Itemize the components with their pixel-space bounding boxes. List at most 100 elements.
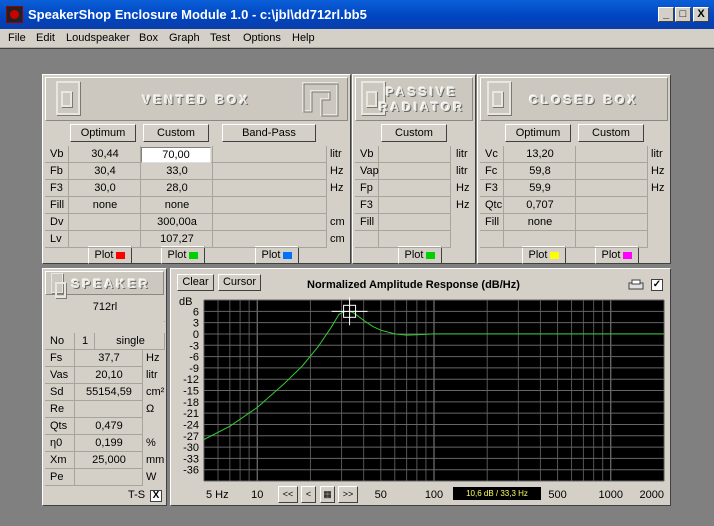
vented-optimum-value[interactable]: 30,4 [69,163,141,180]
closed-optimum-value[interactable]: 13,20 [504,146,576,163]
graph-panel: Clear Cursor Normalized Amplitude Respon… [170,268,671,506]
nav-prev-button[interactable]: < [301,486,316,503]
speaker-row-value[interactable]: 20,10 [75,367,143,384]
speaker-row-value[interactable]: 25,000 [75,452,143,469]
speaker-row-unit [143,418,167,435]
y-tick-label: -15 [183,386,199,398]
minimize-button[interactable]: _ [658,7,674,22]
closed-optimum-value[interactable]: none [504,214,576,231]
maximize-button[interactable]: □ [675,7,691,22]
speaker-panel: SPEAKER 712rl No 1 single T-S X Fs 37,7 Hz… [42,268,167,506]
vented-custom-plot-button[interactable]: Plot [161,246,205,264]
grid-cell [504,231,576,248]
plot-color-swatch [189,251,199,259]
passive-row-label: Vb [360,148,374,160]
speaker-row-value[interactable]: 37,7 [75,350,143,367]
vented-optimum-value[interactable]: 30,0 [69,180,141,197]
ts-label: T-S [128,489,146,501]
menu-test[interactable]: Test [210,32,230,44]
vented-row-label: Lv [50,233,62,245]
speaker-name[interactable]: 712rl [45,299,165,316]
menu-box[interactable]: Box [139,32,158,44]
y-tick-label: -36 [183,465,199,477]
grid-cell [213,146,327,163]
closed-row-label: F3 [485,182,498,194]
vented-optimum-value[interactable] [69,214,141,231]
closed-optimum-value[interactable]: 59,9 [504,180,576,197]
closed-row-label: Qtc [485,199,503,211]
y-tick-label: -12 [183,374,199,386]
menu-edit[interactable]: Edit [36,32,55,44]
menu-graph[interactable]: Graph [169,32,200,44]
speaker-row-value[interactable] [75,469,143,486]
grid-cell [75,333,95,350]
menu-loudspeaker[interactable]: Loudspeaker [66,32,130,44]
grid-cell [95,333,165,350]
vented-custom-value[interactable]: 28,0 [141,180,213,197]
closed-row-unit [648,214,670,231]
speaker-row-unit: mm [146,454,165,466]
closed-optimum-plot-button[interactable]: Plot [522,246,566,264]
speaker-row-value[interactable]: 0,479 [75,418,143,435]
speaker-row-label: Pe [50,471,64,483]
vented-row-label: Dv [50,216,64,228]
bandpass-plot-button[interactable]: Plot [255,246,299,264]
closed-custom-plot-button[interactable]: Plot [595,246,639,264]
speaker-row-value[interactable] [75,401,143,418]
speaker-row-value[interactable]: 0,199 [75,435,143,452]
ts-checkbox[interactable]: X [150,490,162,502]
y-tick-label: -24 [183,419,199,431]
passive-radiator-header: PASSIVE RADIATOR [355,77,473,121]
plot-color-swatch [623,251,633,259]
menu-file[interactable]: File [8,32,26,44]
vented-optimum-button[interactable]: Optimum [70,124,136,142]
speaker-row-value[interactable]: 55154,59 [75,384,143,401]
x-tick-label: 1000 [599,489,623,501]
passive-row-label: F3 [360,199,373,211]
closed-optimum-value[interactable]: 0,707 [504,197,576,214]
band-pass-button[interactable]: Band-Pass [222,124,316,142]
vb-custom-input[interactable]: 70,00 [141,147,211,163]
passive-title-line2: RADIATOR [378,100,466,114]
grid-cell [355,231,379,248]
closed-optimum-button[interactable]: Optimum [505,124,571,142]
closed-row-unit: litr [651,148,663,160]
close-button[interactable]: X [693,7,709,22]
passive-plot-button[interactable]: Plot [398,246,442,264]
vented-custom-button[interactable]: Custom [143,124,209,142]
passive-custom-button[interactable]: Custom [381,124,447,142]
closed-row-label: Fill [485,216,500,228]
closed-custom-button[interactable]: Custom [578,124,644,142]
y-tick-label: -3 [189,340,199,352]
vented-optimum-value[interactable]: none [69,197,141,214]
closed-optimum-value[interactable]: 59,8 [504,163,576,180]
menu-help[interactable]: Help [292,32,315,44]
menu-options[interactable]: Options [243,32,281,44]
vented-optimum-plot-button[interactable]: Plot [88,246,132,264]
vented-custom-value[interactable]: 33,0 [141,163,213,180]
plot-color-swatch [426,251,436,259]
vented-optimum-value[interactable]: 30,44 [69,146,141,163]
passive-row-unit: litr [456,148,468,160]
vented-custom-value[interactable]: 107,27 [141,231,213,248]
nav-first-button[interactable]: << [278,486,298,503]
passive-row-unit: Hz [456,182,470,194]
vented-row-unit: cm [330,233,345,245]
plot-color-swatch [550,251,560,259]
nav-last-button[interactable]: >> [338,486,358,503]
nav-grid-button[interactable]: ▦ [320,486,335,503]
grid-cell [576,180,648,197]
vented-optimum-value[interactable] [69,231,141,248]
grid-cell [379,197,451,214]
vented-custom-value[interactable]: 300,00a [141,214,213,231]
grid-cell [45,333,75,350]
app-icon[interactable] [6,6,23,23]
closed-box-panel: CLOSED BOX Optimum Custom Plot Plot Vc 13… [477,74,671,264]
amplitude-response-plot[interactable]: dB630-3-6-9-12-15-18-21-24-27-30-33-36 5 … [171,269,670,505]
vented-custom-value[interactable]: none [141,197,213,214]
vented-row-unit: Hz [330,182,344,194]
closed-row-unit: Hz [651,165,665,177]
plot-color-swatch [116,251,126,259]
passive-row-unit: litr [456,165,468,177]
title-bar: SpeakerShop Enclosure Module 1.0 - c:\jb… [0,0,714,29]
